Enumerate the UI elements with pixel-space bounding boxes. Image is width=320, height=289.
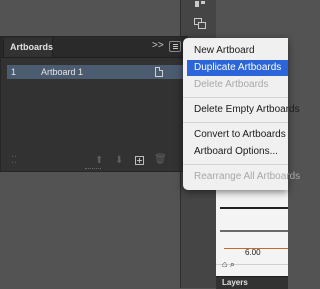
menu-item-new-artboard[interactable]: New Artboard	[183, 43, 288, 59]
artboards-panel: Artboards >> 1 Artboard 1 ⁚⁚ ⬆ ⬇ 🗑	[0, 36, 188, 172]
brush-stroke[interactable]	[220, 230, 288, 232]
menu-item-delete-artboards: Delete Artboards	[183, 77, 288, 93]
menu-item-label: Artboard Options...	[194, 146, 278, 157]
artboard-row[interactable]: 1 Artboard 1	[7, 65, 183, 79]
delete-icon[interactable]: 🗑	[154, 154, 167, 165]
menu-item-label: Delete Artboards	[194, 79, 269, 90]
rearrange-icon[interactable]: ⁚⁚	[11, 155, 17, 166]
align-icon[interactable]	[193, 0, 207, 12]
artboard-number: 1	[11, 67, 17, 77]
menu-item-rearrange-all-artboards: Rearrange All Artboards	[183, 169, 300, 185]
panel-title: Artboards	[10, 42, 54, 52]
new-artboard-icon[interactable]	[135, 156, 144, 165]
menu-separator	[183, 164, 288, 165]
resize-grip[interactable]	[85, 168, 101, 172]
menu-separator	[183, 97, 288, 98]
menu-item-label: Convert to Artboards	[194, 129, 286, 140]
artboard-options-icon[interactable]	[155, 67, 163, 77]
move-up-icon[interactable]: ⬆	[95, 155, 103, 166]
menu-item-artboard-options[interactable]: Artboard Options...	[183, 144, 288, 160]
panel-menu-icon[interactable]	[169, 41, 181, 52]
collapse-panel-icon[interactable]: >>	[152, 40, 164, 51]
menu-separator	[183, 122, 288, 123]
brush-library-icon[interactable]: ⌂ ⌕	[222, 259, 235, 270]
transform-icon[interactable]	[193, 16, 207, 30]
menu-item-label: New Artboard	[194, 45, 255, 56]
menu-item-convert-to-artboards[interactable]: Convert to Artboards	[183, 127, 288, 143]
menu-item-label: Duplicate Artboards	[194, 62, 282, 73]
menu-item-label: Delete Empty Artboards	[194, 104, 300, 115]
tab-artboards[interactable]: Artboards	[3, 38, 53, 57]
brush-stroke[interactable]	[220, 207, 288, 209]
move-down-icon[interactable]: ⬇	[115, 155, 123, 166]
menu-item-label: Rearrange All Artboards	[194, 171, 301, 182]
menu-item-duplicate-artboards[interactable]: Duplicate Artboards	[187, 60, 288, 76]
tab-layers[interactable]: Layers	[216, 276, 288, 289]
layers-tab-label: Layers	[222, 278, 248, 287]
context-menu: New Artboard Duplicate Artboards Delete …	[183, 38, 300, 190]
artboard-name[interactable]: Artboard 1	[41, 67, 83, 77]
brush-size-value: 6.00	[245, 248, 261, 257]
menu-item-delete-empty-artboards[interactable]: Delete Empty Artboards	[183, 102, 300, 118]
